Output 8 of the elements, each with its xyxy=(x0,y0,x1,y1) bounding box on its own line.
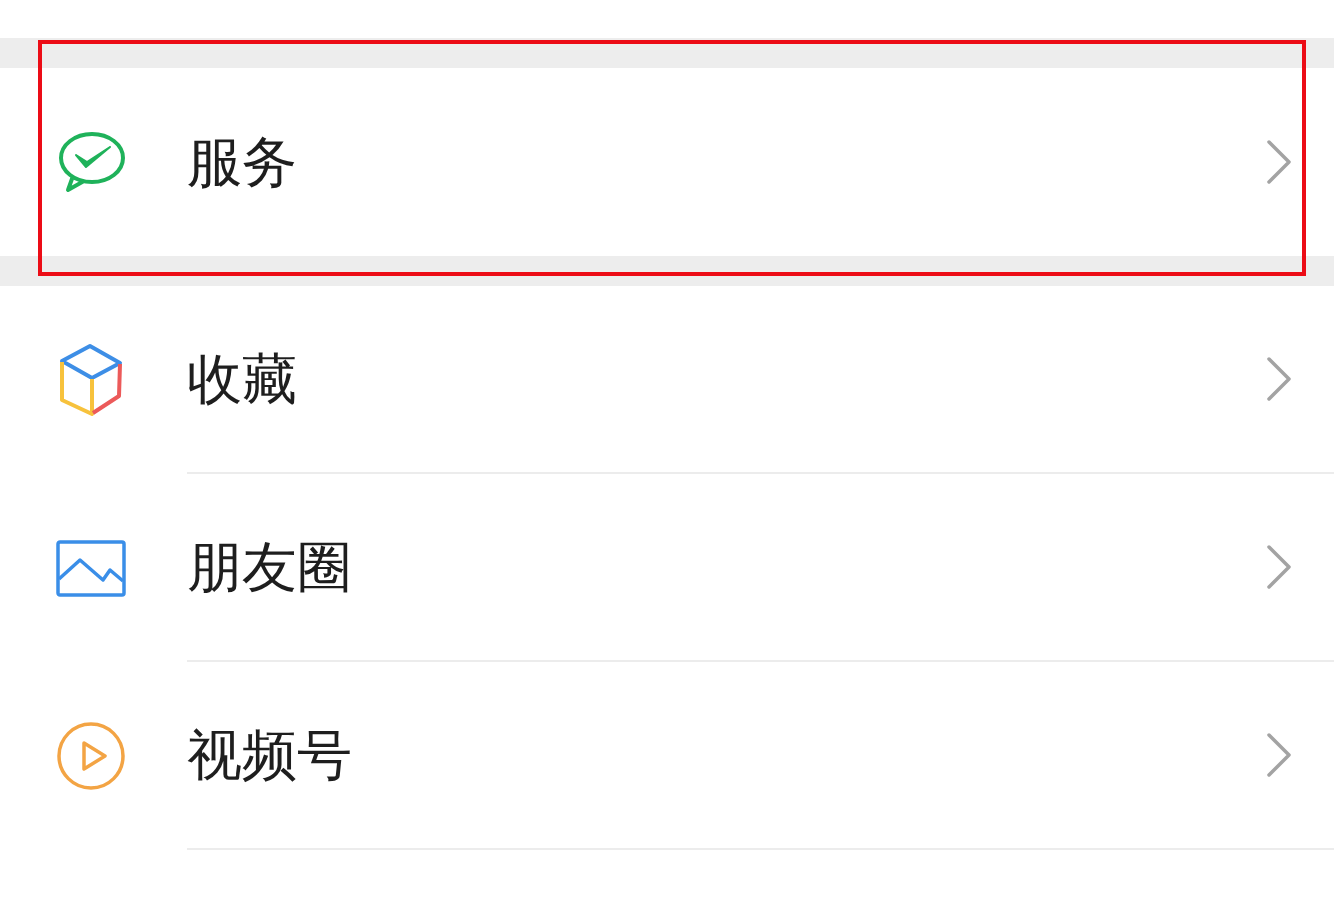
chevron-right-icon xyxy=(1266,544,1292,590)
play-circle-icon xyxy=(56,721,126,791)
chevron-right-icon xyxy=(1266,139,1292,185)
picture-icon xyxy=(56,539,126,597)
chevron-right-icon xyxy=(1266,732,1292,778)
chat-bubble-check-icon xyxy=(56,131,126,193)
chevron-right-icon xyxy=(1266,356,1292,402)
cube-icon xyxy=(58,343,124,417)
